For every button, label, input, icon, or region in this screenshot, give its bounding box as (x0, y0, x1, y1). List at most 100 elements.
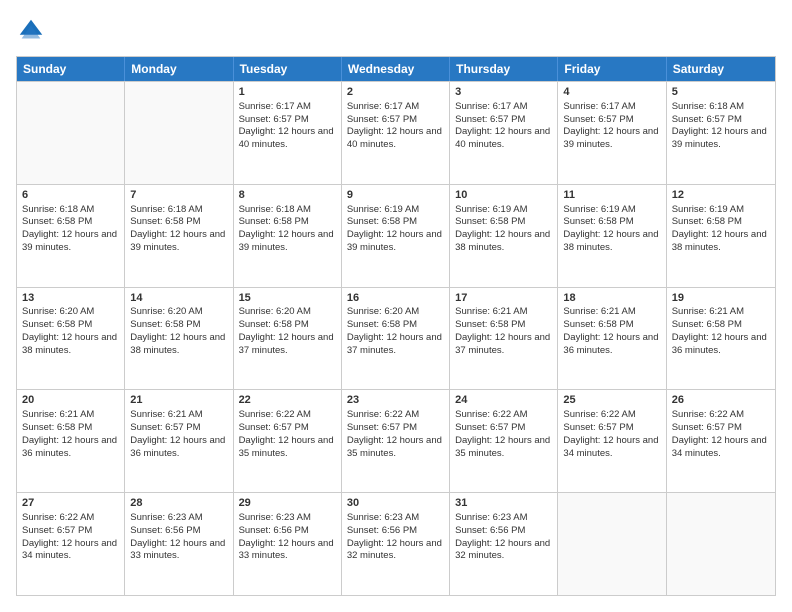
cal-cell-day-3: 3Sunrise: 6:17 AM Sunset: 6:57 PM Daylig… (450, 82, 558, 184)
cal-cell-day-22: 22Sunrise: 6:22 AM Sunset: 6:57 PM Dayli… (234, 390, 342, 492)
logo-icon (16, 16, 46, 46)
calendar-row-1: 1Sunrise: 6:17 AM Sunset: 6:57 PM Daylig… (17, 81, 775, 184)
cal-cell-day-14: 14Sunrise: 6:20 AM Sunset: 6:58 PM Dayli… (125, 288, 233, 390)
day-number: 19 (672, 291, 770, 306)
cal-cell-day-6: 6Sunrise: 6:18 AM Sunset: 6:58 PM Daylig… (17, 185, 125, 287)
day-info: Sunrise: 6:23 AM Sunset: 6:56 PM Dayligh… (130, 512, 225, 561)
header (16, 16, 776, 46)
day-info: Sunrise: 6:22 AM Sunset: 6:57 PM Dayligh… (672, 409, 767, 458)
day-header-saturday: Saturday (667, 57, 775, 81)
day-info: Sunrise: 6:20 AM Sunset: 6:58 PM Dayligh… (347, 306, 442, 355)
day-info: Sunrise: 6:18 AM Sunset: 6:58 PM Dayligh… (130, 204, 225, 253)
day-number: 6 (22, 188, 119, 203)
cal-cell-day-8: 8Sunrise: 6:18 AM Sunset: 6:58 PM Daylig… (234, 185, 342, 287)
day-info: Sunrise: 6:23 AM Sunset: 6:56 PM Dayligh… (347, 512, 442, 561)
logo (16, 16, 50, 46)
cal-cell-day-16: 16Sunrise: 6:20 AM Sunset: 6:58 PM Dayli… (342, 288, 450, 390)
day-header-monday: Monday (125, 57, 233, 81)
day-info: Sunrise: 6:19 AM Sunset: 6:58 PM Dayligh… (347, 204, 442, 253)
day-number: 1 (239, 85, 336, 100)
day-number: 14 (130, 291, 227, 306)
calendar-row-5: 27Sunrise: 6:22 AM Sunset: 6:57 PM Dayli… (17, 492, 775, 595)
day-number: 28 (130, 496, 227, 511)
cal-cell-day-31: 31Sunrise: 6:23 AM Sunset: 6:56 PM Dayli… (450, 493, 558, 595)
day-number: 10 (455, 188, 552, 203)
day-number: 2 (347, 85, 444, 100)
cal-cell-day-29: 29Sunrise: 6:23 AM Sunset: 6:56 PM Dayli… (234, 493, 342, 595)
cal-cell-day-26: 26Sunrise: 6:22 AM Sunset: 6:57 PM Dayli… (667, 390, 775, 492)
cal-cell-day-9: 9Sunrise: 6:19 AM Sunset: 6:58 PM Daylig… (342, 185, 450, 287)
day-info: Sunrise: 6:21 AM Sunset: 6:57 PM Dayligh… (130, 409, 225, 458)
day-number: 11 (563, 188, 660, 203)
day-info: Sunrise: 6:23 AM Sunset: 6:56 PM Dayligh… (455, 512, 550, 561)
cal-cell-day-4: 4Sunrise: 6:17 AM Sunset: 6:57 PM Daylig… (558, 82, 666, 184)
day-info: Sunrise: 6:20 AM Sunset: 6:58 PM Dayligh… (22, 306, 117, 355)
cal-cell-day-11: 11Sunrise: 6:19 AM Sunset: 6:58 PM Dayli… (558, 185, 666, 287)
day-info: Sunrise: 6:23 AM Sunset: 6:56 PM Dayligh… (239, 512, 334, 561)
day-header-tuesday: Tuesday (234, 57, 342, 81)
cal-cell-day-2: 2Sunrise: 6:17 AM Sunset: 6:57 PM Daylig… (342, 82, 450, 184)
day-info: Sunrise: 6:18 AM Sunset: 6:57 PM Dayligh… (672, 101, 767, 150)
day-header-sunday: Sunday (17, 57, 125, 81)
day-number: 9 (347, 188, 444, 203)
day-number: 17 (455, 291, 552, 306)
calendar-row-2: 6Sunrise: 6:18 AM Sunset: 6:58 PM Daylig… (17, 184, 775, 287)
day-info: Sunrise: 6:17 AM Sunset: 6:57 PM Dayligh… (563, 101, 658, 150)
day-info: Sunrise: 6:19 AM Sunset: 6:58 PM Dayligh… (455, 204, 550, 253)
day-number: 31 (455, 496, 552, 511)
cal-cell-empty (125, 82, 233, 184)
calendar-row-3: 13Sunrise: 6:20 AM Sunset: 6:58 PM Dayli… (17, 287, 775, 390)
calendar-row-4: 20Sunrise: 6:21 AM Sunset: 6:58 PM Dayli… (17, 389, 775, 492)
cal-cell-empty (558, 493, 666, 595)
cal-cell-day-17: 17Sunrise: 6:21 AM Sunset: 6:58 PM Dayli… (450, 288, 558, 390)
day-info: Sunrise: 6:22 AM Sunset: 6:57 PM Dayligh… (22, 512, 117, 561)
day-number: 21 (130, 393, 227, 408)
day-header-friday: Friday (558, 57, 666, 81)
cal-cell-day-21: 21Sunrise: 6:21 AM Sunset: 6:57 PM Dayli… (125, 390, 233, 492)
day-number: 30 (347, 496, 444, 511)
day-info: Sunrise: 6:18 AM Sunset: 6:58 PM Dayligh… (22, 204, 117, 253)
day-number: 4 (563, 85, 660, 100)
day-info: Sunrise: 6:21 AM Sunset: 6:58 PM Dayligh… (672, 306, 767, 355)
day-number: 18 (563, 291, 660, 306)
cal-cell-day-15: 15Sunrise: 6:20 AM Sunset: 6:58 PM Dayli… (234, 288, 342, 390)
day-info: Sunrise: 6:18 AM Sunset: 6:58 PM Dayligh… (239, 204, 334, 253)
cal-cell-day-10: 10Sunrise: 6:19 AM Sunset: 6:58 PM Dayli… (450, 185, 558, 287)
cal-cell-day-18: 18Sunrise: 6:21 AM Sunset: 6:58 PM Dayli… (558, 288, 666, 390)
cal-cell-day-5: 5Sunrise: 6:18 AM Sunset: 6:57 PM Daylig… (667, 82, 775, 184)
day-number: 22 (239, 393, 336, 408)
cal-cell-day-30: 30Sunrise: 6:23 AM Sunset: 6:56 PM Dayli… (342, 493, 450, 595)
day-number: 27 (22, 496, 119, 511)
day-header-wednesday: Wednesday (342, 57, 450, 81)
day-info: Sunrise: 6:17 AM Sunset: 6:57 PM Dayligh… (239, 101, 334, 150)
day-info: Sunrise: 6:22 AM Sunset: 6:57 PM Dayligh… (455, 409, 550, 458)
cal-cell-day-20: 20Sunrise: 6:21 AM Sunset: 6:58 PM Dayli… (17, 390, 125, 492)
day-info: Sunrise: 6:21 AM Sunset: 6:58 PM Dayligh… (563, 306, 658, 355)
cal-cell-empty (17, 82, 125, 184)
day-number: 23 (347, 393, 444, 408)
day-info: Sunrise: 6:22 AM Sunset: 6:57 PM Dayligh… (347, 409, 442, 458)
cal-cell-day-1: 1Sunrise: 6:17 AM Sunset: 6:57 PM Daylig… (234, 82, 342, 184)
day-number: 20 (22, 393, 119, 408)
day-info: Sunrise: 6:22 AM Sunset: 6:57 PM Dayligh… (563, 409, 658, 458)
day-number: 24 (455, 393, 552, 408)
day-number: 29 (239, 496, 336, 511)
day-info: Sunrise: 6:19 AM Sunset: 6:58 PM Dayligh… (563, 204, 658, 253)
cal-cell-empty (667, 493, 775, 595)
cal-cell-day-23: 23Sunrise: 6:22 AM Sunset: 6:57 PM Dayli… (342, 390, 450, 492)
cal-cell-day-28: 28Sunrise: 6:23 AM Sunset: 6:56 PM Dayli… (125, 493, 233, 595)
day-header-thursday: Thursday (450, 57, 558, 81)
day-info: Sunrise: 6:19 AM Sunset: 6:58 PM Dayligh… (672, 204, 767, 253)
cal-cell-day-27: 27Sunrise: 6:22 AM Sunset: 6:57 PM Dayli… (17, 493, 125, 595)
day-number: 16 (347, 291, 444, 306)
page: SundayMondayTuesdayWednesdayThursdayFrid… (0, 0, 792, 612)
day-number: 12 (672, 188, 770, 203)
cal-cell-day-12: 12Sunrise: 6:19 AM Sunset: 6:58 PM Dayli… (667, 185, 775, 287)
day-info: Sunrise: 6:17 AM Sunset: 6:57 PM Dayligh… (455, 101, 550, 150)
calendar: SundayMondayTuesdayWednesdayThursdayFrid… (16, 56, 776, 596)
day-number: 26 (672, 393, 770, 408)
day-info: Sunrise: 6:21 AM Sunset: 6:58 PM Dayligh… (22, 409, 117, 458)
cal-cell-day-13: 13Sunrise: 6:20 AM Sunset: 6:58 PM Dayli… (17, 288, 125, 390)
cal-cell-day-19: 19Sunrise: 6:21 AM Sunset: 6:58 PM Dayli… (667, 288, 775, 390)
day-number: 25 (563, 393, 660, 408)
